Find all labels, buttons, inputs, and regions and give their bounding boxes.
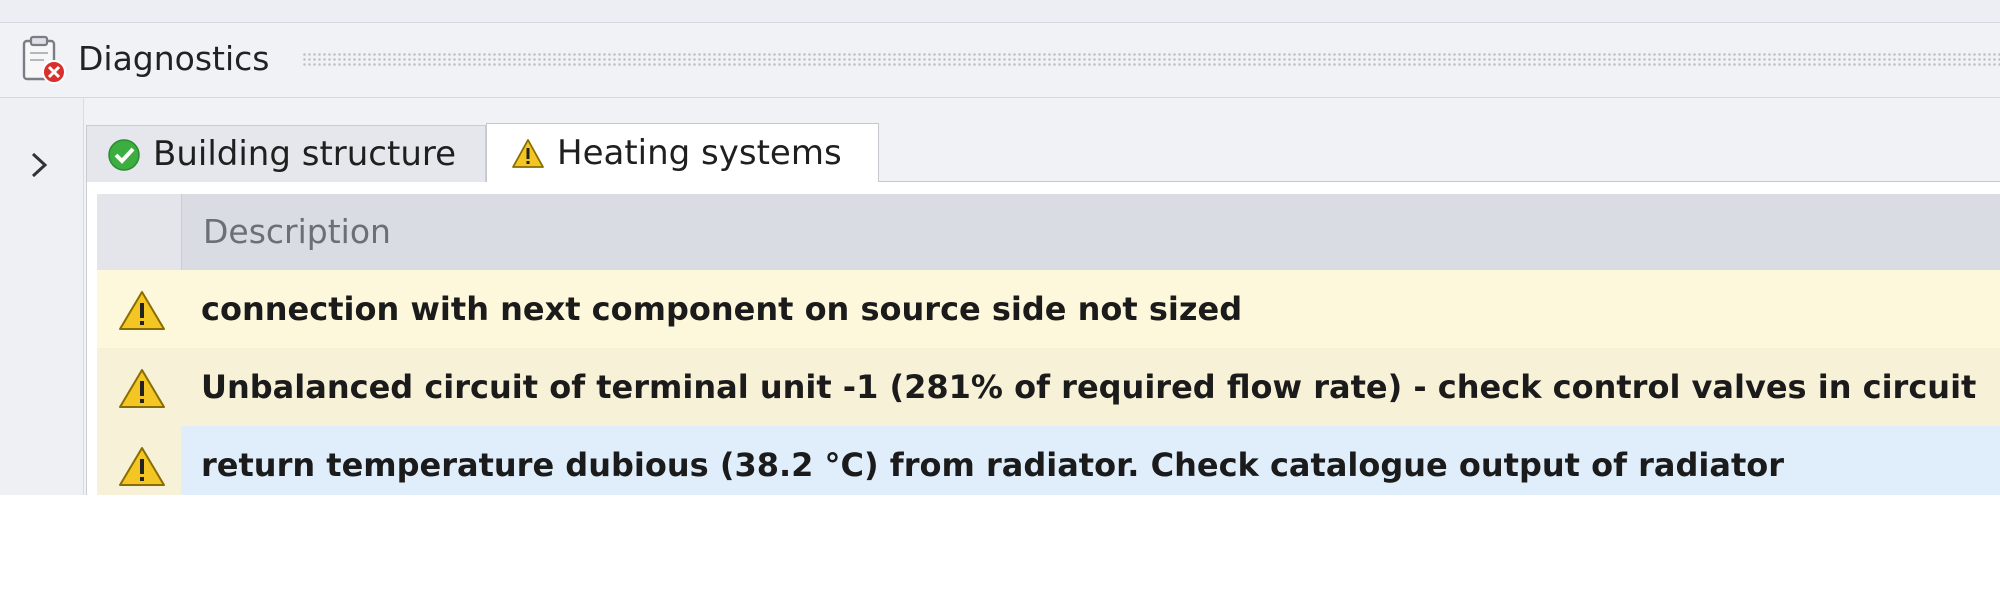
diagnostics-panel: Diagnostics Building structure Heating s… — [0, 23, 2000, 495]
row-description: connection with next component on source… — [201, 290, 1243, 328]
panel-drag-grip[interactable] — [302, 52, 2000, 66]
check-circle-icon — [108, 139, 140, 171]
empty-area — [0, 495, 2000, 600]
column-header-description[interactable]: Description — [203, 194, 391, 270]
left-rail — [0, 98, 84, 495]
grid-header: Description — [97, 194, 2000, 270]
screen: Diagnostics Building structure Heating s… — [0, 0, 2000, 600]
row-gutter — [97, 426, 181, 495]
warning-triangle-icon — [512, 139, 544, 168]
row-description: Unbalanced circuit of terminal unit -1 (… — [201, 368, 1977, 406]
table-row[interactable]: connection with next component on source… — [97, 270, 2000, 348]
diagnostics-content: Building structure Heating systems Descr… — [86, 98, 2000, 495]
grid-header-gutter — [97, 194, 182, 270]
diagnostics-grid: Description connection with next compone… — [86, 182, 2000, 495]
top-toolbar-strip — [0, 0, 2000, 23]
warning-triangle-icon — [119, 447, 165, 486]
row-description: return temperature dubious (38.2 °C) fro… — [201, 446, 1785, 484]
warning-triangle-icon — [119, 369, 165, 408]
tab-label: Building structure — [153, 134, 457, 174]
tab-label: Heating systems — [557, 133, 842, 173]
panel-title: Diagnostics — [78, 39, 270, 78]
row-gutter — [97, 348, 181, 426]
tab-building-structure[interactable]: Building structure — [86, 125, 486, 182]
row-gutter — [97, 270, 181, 348]
tab-heating-systems[interactable]: Heating systems — [486, 123, 879, 182]
clipboard-error-icon — [22, 35, 66, 84]
table-row[interactable]: Unbalanced circuit of terminal unit -1 (… — [97, 348, 2000, 426]
table-row[interactable]: return temperature dubious (38.2 °C) fro… — [97, 426, 2000, 495]
panel-header[interactable]: Diagnostics — [0, 23, 2000, 98]
chevron-right-icon[interactable] — [22, 148, 56, 182]
warning-triangle-icon — [119, 291, 165, 330]
tab-strip-background — [879, 98, 2000, 181]
